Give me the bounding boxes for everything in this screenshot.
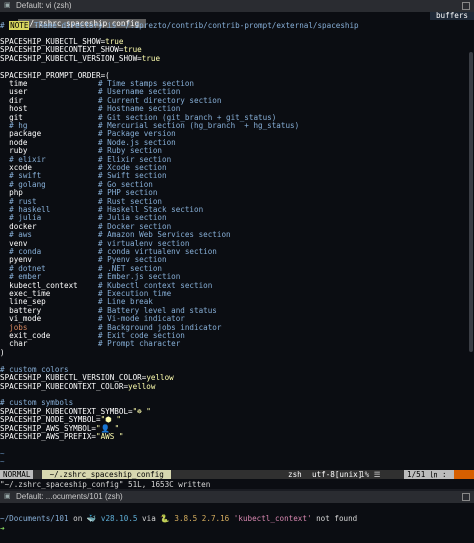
prompt-order-item: node # Node.js section [0,138,474,147]
buffers-button[interactable]: buffers [429,12,474,21]
prompt-order-item: # rust # Rust section [0,197,474,206]
prompt-order-item: # conda # conda virtualenv section [0,247,474,256]
prompt-error: not found [311,514,358,523]
prompt-order-item: # golang # Go section [0,180,474,189]
vim-cmdline[interactable]: "~/.zshrc_spaceship_config" 51L, 1653C w… [0,480,474,489]
empty-line-tilde: ~ [0,448,5,458]
prompt-order-item: venv # virtualenv section [0,239,474,248]
prompt-order-item: pyenv # Pyenv section [0,255,474,264]
prompt-order-item: ruby # Ruby section [0,146,474,155]
prompt-order-item: # elixir # Elixir section [0,155,474,164]
prompt-order-item: kubectl_context # Kubectl context section [0,281,474,290]
scrollbar[interactable] [469,52,473,352]
prompt-order-item: xcode # Xcode section [0,163,474,172]
comment-prefix: # [0,21,10,30]
prompt-arrow-icon: ➜ [0,524,5,533]
prompt-order-item: # julia # Julia section [0,213,474,222]
prompt-order-item: char # Prompt character [0,339,474,349]
prompt-order-item: # dotnet # .NET section [0,264,474,273]
order-key: char [0,339,28,349]
prompt-order-item: package # Package version [0,129,474,138]
prompt-order-item: php # PHP section [0,188,474,197]
vim-statusline: NORMAL ~/.zshrc_spaceship_config zsh utf… [0,470,474,479]
empty-line-tilde: ~ [0,457,5,467]
status-filetype: zsh [288,470,302,479]
order-comment: # Prompt character [98,339,181,349]
prompt-kubectl: 'kubectl_context' [229,514,312,523]
editor-line: ) [0,348,5,357]
prompt-order-item: time # Time stamps section [0,79,474,88]
editor-line: SPACESHIP_KUBECONTEXT_COLOR=yellow [0,381,156,391]
prompt-order-item: docker # Docker section [0,222,474,231]
editor-line: SPACESHIP_AWS_PREFIX="AWS " [0,432,124,441]
window-title: Default: vi (zsh) [16,1,72,10]
editor-line: SPACESHIP_KUBECTL_VERSION_SHOW=true [0,53,161,63]
status-percent: 1% ☰ [360,470,381,479]
editor-line: SPACESHIP_PROMPT_ORDER=( [0,70,110,80]
prompt-order-item: user # Username section [0,87,474,96]
prompt-order-item: exec_time # Execution time [0,289,474,298]
prompt-order-item: # haskell # Haskell Stack section [0,205,474,214]
prompt-order-item: battery # Battery level and status [0,306,474,315]
prompt-line: ~/Documents/101 on 🐳 v28.10.5 via 🐍 3.8.… [0,514,358,523]
prompt-order-item: dir # Current directory section [0,96,474,105]
prompt-order-item: # swift # Swift section [0,171,474,180]
mode-indicator: NORMAL [0,470,34,479]
window-title-2: Default: ...ocuments/101 (zsh) [16,492,123,501]
prompt-path: ~/Documents/101 [0,514,69,523]
prompt-order-item: # hg # Mercurial section (hg_branch + hg_… [0,121,474,130]
zoom-icon[interactable] [462,2,470,10]
terminal-icon: ▣ [4,2,11,9]
window-titlebar-2: ▣ Default: ...ocuments/101 (zsh) [0,491,474,503]
prompt-python: 🐍 3.8.5 2.7.16 [160,514,230,523]
prompt-order-item: jobs # Background jobs indicator [0,323,474,332]
prompt-order-item: # aws # Amazon Web Services section [0,230,474,239]
prompt-order-item: exit_code # Exit code section [0,331,474,340]
comment-text: Theme directory is ~/.zprezto/contrib/co… [29,21,359,30]
prompt-order-item: vi_mode # Vi-mode indicator [0,314,474,323]
status-encoding: utf-8[unix] [312,470,363,479]
prompt-order-item: line_sep # Line break [0,297,474,306]
note-keyword: NOTE [9,21,30,30]
status-filename: ~/.zshrc_spaceship_config [42,470,172,479]
terminal-icon: ▣ [4,493,11,500]
window-titlebar: ▣ Default: vi (zsh) [0,0,474,12]
prompt-docker: 🐳 v28.10.5 [86,514,138,523]
zoom-icon[interactable] [462,493,470,501]
vim-editor-pane[interactable]: ~/.zshrc_spaceship_config buffers # NOTE… [0,12,474,489]
shell-pane[interactable]: ~/Documents/101 on 🐳 v28.10.5 via 🐍 3.8.… [0,503,474,543]
warning-segment [454,470,474,479]
editor-line-note: # NOTE Theme directory is ~/.zprezto/con… [0,21,474,30]
prompt-input-line[interactable]: ➜ [0,524,474,533]
vim-tabline: ~/.zshrc_spaceship_config buffers [0,12,474,29]
